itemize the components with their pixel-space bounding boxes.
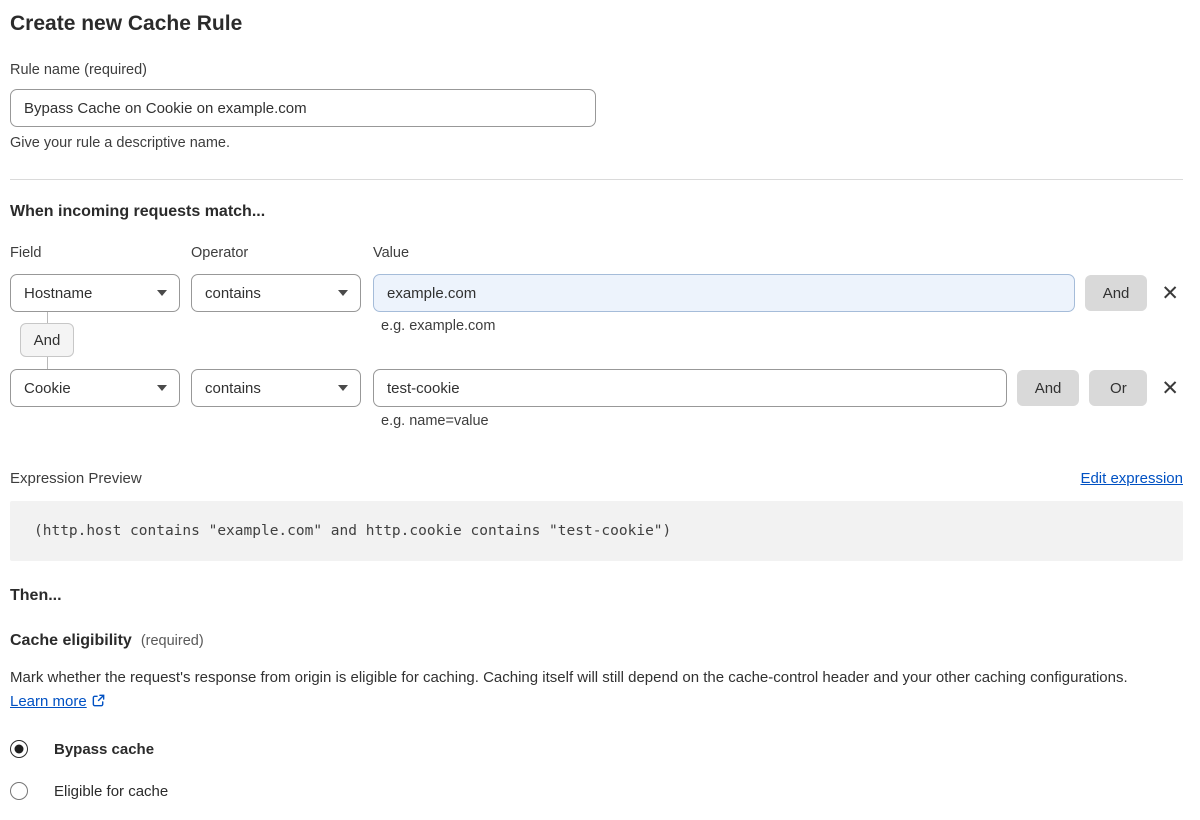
operator-select[interactable]: contains (191, 274, 361, 312)
value-column-label: Value (373, 245, 410, 261)
chevron-down-icon (338, 290, 348, 296)
match-section-heading: When incoming requests match... (10, 203, 266, 220)
expression-code-block: (http.host contains "example.com" and ht… (10, 501, 1183, 561)
remove-condition-button[interactable]: ✕ (1157, 275, 1183, 311)
radio-selected-icon[interactable] (10, 740, 28, 758)
remove-condition-button[interactable]: ✕ (1157, 370, 1183, 406)
required-badge: (required) (140, 633, 204, 649)
condition-row: Hostname contains e.g. example.com And ✕ (10, 274, 1183, 334)
or-button[interactable]: Or (1089, 370, 1148, 406)
rule-name-label: Rule name (required) (10, 62, 148, 78)
external-link-icon (91, 692, 106, 716)
description-text: Mark whether the request's response from… (10, 669, 1128, 686)
cache-eligibility-heading: Cache eligibility (required) (10, 632, 1183, 650)
radio-unselected-icon[interactable] (10, 782, 28, 800)
field-select-value: Cookie (24, 379, 71, 397)
value-helper: e.g. example.com (381, 318, 496, 334)
condition-column-labels: Field Operator Value (10, 245, 1183, 261)
and-connector-button[interactable]: And (20, 323, 74, 357)
radio-label: Bypass cache (54, 740, 155, 758)
field-select[interactable]: Hostname (10, 274, 180, 312)
rule-name-group: Rule name (required) Give your rule a de… (10, 62, 1183, 151)
rule-name-input[interactable] (10, 89, 596, 127)
field-column-label: Field (10, 245, 42, 261)
radio-option-eligible-for-cache[interactable]: Eligible for cache (10, 782, 1183, 800)
radio-label: Eligible for cache (54, 782, 169, 800)
and-button[interactable]: And (1084, 275, 1148, 311)
expression-preview-label: Expression Preview (10, 470, 142, 487)
chevron-down-icon (157, 290, 167, 296)
value-column: e.g. name=value (373, 369, 1007, 429)
chevron-down-icon (338, 385, 348, 391)
value-column: e.g. example.com (373, 274, 1075, 334)
chevron-down-icon (157, 385, 167, 391)
operator-select-value: contains (205, 284, 261, 302)
learn-more-link[interactable]: Learn more (10, 693, 87, 710)
cache-eligibility-description: Mark whether the request's response from… (10, 666, 1170, 716)
and-button[interactable]: And (1016, 370, 1080, 406)
value-input[interactable] (373, 274, 1075, 312)
cache-eligibility-title: Cache eligibility (10, 632, 132, 649)
page-title: Create new Cache Rule (10, 12, 243, 35)
value-input[interactable] (373, 369, 1007, 407)
section-divider (10, 179, 1183, 180)
edit-expression-link[interactable]: Edit expression (1080, 470, 1183, 487)
radio-option-bypass-cache[interactable]: Bypass cache (10, 740, 1183, 758)
expression-preview-header: Expression Preview Edit expression (10, 470, 1183, 487)
value-helper: e.g. name=value (381, 413, 489, 429)
operator-select[interactable]: contains (191, 369, 361, 407)
operator-select-value: contains (205, 379, 261, 397)
condition-row: Cookie contains e.g. name=value And Or ✕ (10, 369, 1183, 429)
rule-name-helper: Give your rule a descriptive name. (10, 135, 231, 151)
field-select-value: Hostname (24, 284, 93, 302)
then-section-heading: Then... (10, 587, 62, 604)
connector-wrap: And (20, 312, 74, 369)
operator-column-label: Operator (191, 245, 249, 261)
field-select[interactable]: Cookie (10, 369, 180, 407)
